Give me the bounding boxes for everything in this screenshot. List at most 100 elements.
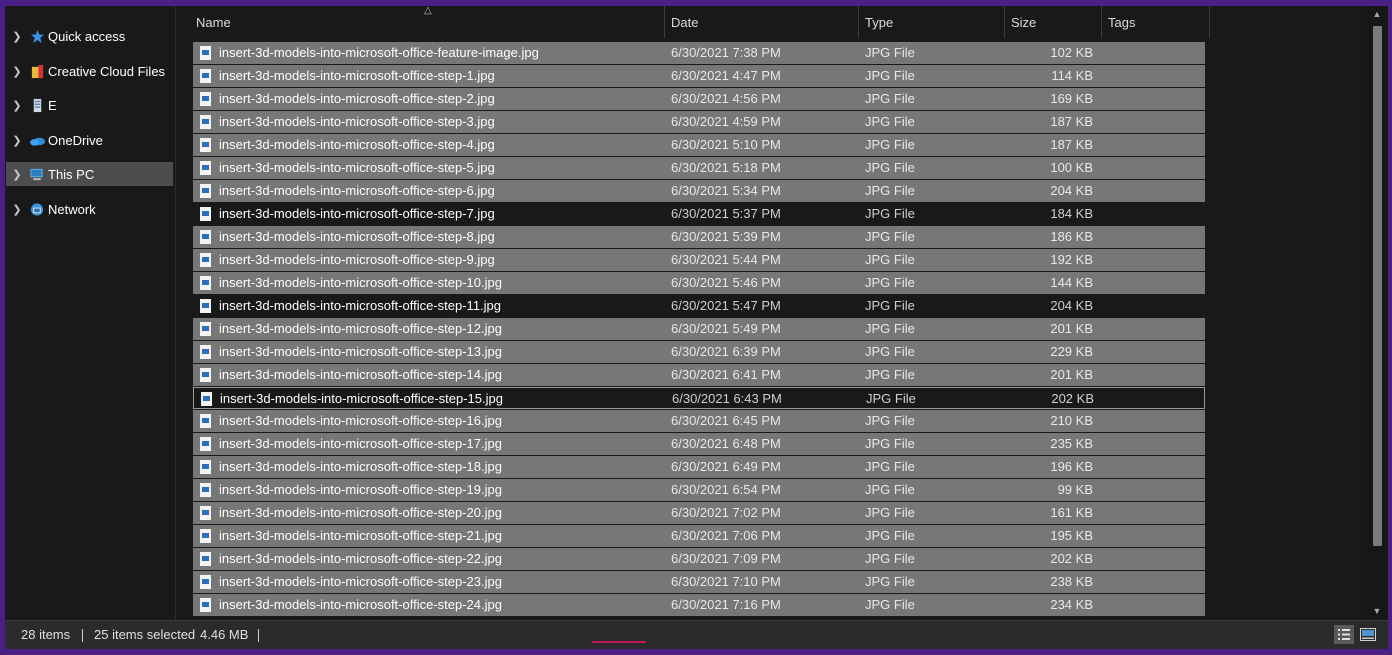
- nav-item-e-drive[interactable]: ❯ E: [6, 93, 173, 117]
- file-name: insert-3d-models-into-microsoft-office-s…: [219, 206, 495, 221]
- file-row[interactable]: insert-3d-models-into-microsoft-office-s…: [193, 525, 1205, 547]
- scroll-down-icon[interactable]: ▼: [1366, 606, 1388, 616]
- file-type: JPG File: [865, 482, 915, 497]
- file-type: JPG File: [865, 298, 915, 313]
- nav-item-quick-access[interactable]: ❯ Quick access: [6, 24, 173, 48]
- file-date: 6/30/2021 7:09 PM: [671, 551, 781, 566]
- file-size: 99 KB: [1057, 482, 1093, 497]
- item-count: 28 items: [21, 627, 71, 642]
- details-view-icon: [1338, 629, 1350, 640]
- file-date: 6/30/2021 6:45 PM: [671, 413, 781, 428]
- selection-count: 25 items selected: [94, 627, 196, 642]
- file-row[interactable]: insert-3d-models-into-microsoft-office-s…: [193, 272, 1205, 294]
- file-size: 187 KB: [1050, 114, 1093, 129]
- column-header-name[interactable]: Name: [196, 6, 231, 38]
- file-size: 192 KB: [1050, 252, 1093, 267]
- column-header-date[interactable]: Date: [671, 6, 698, 38]
- file-row[interactable]: insert-3d-models-into-microsoft-office-s…: [193, 295, 1205, 317]
- chevron-right-icon[interactable]: ❯: [6, 99, 28, 112]
- file-row[interactable]: insert-3d-models-into-microsoft-office-s…: [193, 364, 1205, 386]
- image-file-icon: [200, 345, 211, 359]
- file-row[interactable]: insert-3d-models-into-microsoft-office-s…: [193, 249, 1205, 271]
- file-date: 6/30/2021 5:49 PM: [671, 321, 781, 336]
- file-row[interactable]: insert-3d-models-into-microsoft-office-s…: [193, 433, 1205, 455]
- chevron-right-icon[interactable]: ❯: [6, 168, 28, 181]
- nav-item-this-pc[interactable]: ❯ This PC: [6, 162, 173, 186]
- file-name: insert-3d-models-into-microsoft-office-s…: [219, 91, 495, 106]
- column-divider[interactable]: [1209, 6, 1210, 38]
- chevron-right-icon[interactable]: ❯: [6, 65, 28, 78]
- file-size: 102 KB: [1050, 45, 1093, 60]
- nav-label: E: [48, 97, 57, 113]
- file-row[interactable]: insert-3d-models-into-microsoft-office-s…: [193, 594, 1205, 616]
- file-row[interactable]: insert-3d-models-into-microsoft-office-s…: [193, 318, 1205, 340]
- file-row[interactable]: insert-3d-models-into-microsoft-office-s…: [193, 203, 1205, 225]
- file-date: 6/30/2021 7:06 PM: [671, 528, 781, 543]
- file-type: JPG File: [865, 206, 915, 221]
- file-type: JPG File: [865, 45, 915, 60]
- file-type: JPG File: [866, 391, 916, 406]
- file-row[interactable]: insert-3d-models-into-microsoft-office-s…: [193, 65, 1205, 87]
- chevron-right-icon[interactable]: ❯: [6, 30, 28, 43]
- file-row[interactable]: insert-3d-models-into-microsoft-office-s…: [193, 479, 1205, 501]
- chevron-right-icon[interactable]: ❯: [6, 203, 28, 216]
- column-divider[interactable]: [664, 6, 665, 38]
- file-row[interactable]: insert-3d-models-into-microsoft-office-s…: [193, 502, 1205, 524]
- file-date: 6/30/2021 7:10 PM: [671, 574, 781, 589]
- file-row[interactable]: insert-3d-models-into-microsoft-office-s…: [193, 456, 1205, 478]
- file-row[interactable]: insert-3d-models-into-microsoft-office-s…: [193, 134, 1205, 156]
- pane-divider[interactable]: [175, 6, 176, 620]
- image-file-icon: [200, 414, 211, 428]
- column-header-tags[interactable]: Tags: [1108, 6, 1135, 38]
- file-row[interactable]: insert-3d-models-into-microsoft-office-s…: [193, 180, 1205, 202]
- large-icons-view-button[interactable]: [1358, 625, 1378, 644]
- vertical-scrollbar[interactable]: ▲ ▼: [1366, 6, 1388, 620]
- file-name: insert-3d-models-into-microsoft-office-s…: [219, 413, 502, 428]
- file-date: 6/30/2021 6:39 PM: [671, 344, 781, 359]
- file-size: 235 KB: [1050, 436, 1093, 451]
- scroll-up-icon[interactable]: ▲: [1366, 9, 1388, 19]
- file-size: 201 KB: [1050, 321, 1093, 336]
- file-date: 6/30/2021 5:34 PM: [671, 183, 781, 198]
- column-divider[interactable]: [1101, 6, 1102, 38]
- file-type: JPG File: [865, 413, 915, 428]
- nav-item-onedrive[interactable]: ❯ OneDrive: [6, 128, 173, 152]
- scrollbar-thumb[interactable]: [1373, 26, 1382, 546]
- file-row[interactable]: insert-3d-models-into-microsoft-office-s…: [193, 226, 1205, 248]
- file-type: JPG File: [865, 505, 915, 520]
- nav-label: This PC: [48, 166, 95, 182]
- star-icon: [28, 27, 46, 45]
- nav-item-network[interactable]: ❯ Network: [6, 197, 173, 221]
- file-name: insert-3d-models-into-microsoft-office-s…: [219, 298, 502, 313]
- file-row[interactable]: insert-3d-models-into-microsoft-office-s…: [193, 548, 1205, 570]
- file-type: JPG File: [865, 459, 915, 474]
- file-row[interactable]: insert-3d-models-into-microsoft-office-s…: [193, 157, 1205, 179]
- file-row[interactable]: insert-3d-models-into-microsoft-office-s…: [193, 571, 1205, 593]
- image-file-icon: [200, 92, 211, 106]
- file-row[interactable]: insert-3d-models-into-microsoft-office-s…: [193, 111, 1205, 133]
- column-divider[interactable]: [858, 6, 859, 38]
- image-file-icon: [200, 552, 211, 566]
- file-name: insert-3d-models-into-microsoft-office-f…: [219, 45, 539, 60]
- file-row[interactable]: insert-3d-models-into-microsoft-office-f…: [193, 42, 1205, 64]
- file-row[interactable]: insert-3d-models-into-microsoft-office-s…: [193, 387, 1205, 409]
- file-row[interactable]: insert-3d-models-into-microsoft-office-s…: [193, 341, 1205, 363]
- file-type: JPG File: [865, 275, 915, 290]
- column-header-size[interactable]: Size: [1011, 6, 1036, 38]
- chevron-right-icon[interactable]: ❯: [6, 134, 28, 147]
- file-size: 184 KB: [1050, 206, 1093, 221]
- column-header-type[interactable]: Type: [865, 6, 893, 38]
- nav-label: Network: [48, 201, 96, 217]
- file-size: 187 KB: [1050, 137, 1093, 152]
- nav-item-creative-cloud-files[interactable]: ❯ Creative Cloud Files: [6, 59, 173, 83]
- image-file-icon: [200, 437, 211, 451]
- file-row[interactable]: insert-3d-models-into-microsoft-office-s…: [193, 410, 1205, 432]
- image-file-icon: [200, 506, 211, 520]
- nav-label: Creative Cloud Files: [48, 63, 166, 79]
- file-size: 100 KB: [1050, 160, 1093, 175]
- column-divider[interactable]: [1004, 6, 1005, 38]
- image-file-icon: [201, 392, 212, 406]
- file-row[interactable]: insert-3d-models-into-microsoft-office-s…: [193, 88, 1205, 110]
- image-file-icon: [200, 575, 211, 589]
- details-view-button[interactable]: [1334, 625, 1354, 644]
